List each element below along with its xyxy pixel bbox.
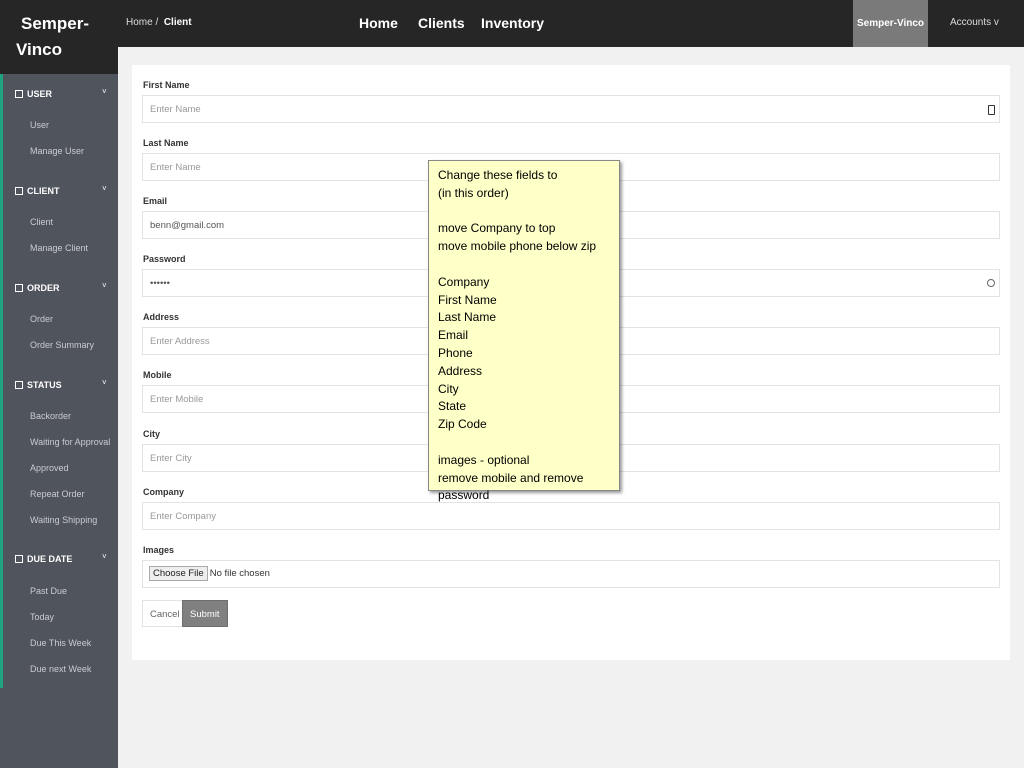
sidebar-item-repeat-order[interactable]: Repeat Order bbox=[30, 489, 85, 499]
breadcrumb-sep: / bbox=[155, 17, 159, 28]
accounts-menu[interactable]: Accounts v bbox=[950, 17, 999, 28]
sticky-note-annotation: Change these fields to (in this order) m… bbox=[428, 160, 620, 502]
sidebar-item-due-next-week[interactable]: Due next Week bbox=[30, 664, 91, 674]
breadcrumb: Home / Client bbox=[126, 17, 192, 28]
sidebar-section-client[interactable]: CLIENT bbox=[15, 186, 60, 196]
placeholder: Enter Name bbox=[150, 104, 201, 115]
chevron-down-icon[interactable]: ˅ bbox=[102, 552, 107, 561]
cancel-button[interactable]: Cancel bbox=[142, 600, 188, 627]
chevron-down-icon[interactable]: ˅ bbox=[102, 87, 107, 96]
section-title: STATUS bbox=[27, 380, 62, 390]
city-label: City bbox=[143, 429, 161, 439]
brand-line1: Semper- bbox=[21, 14, 90, 33]
sidebar-item-approved[interactable]: Approved bbox=[30, 463, 69, 473]
autofill-icon[interactable] bbox=[988, 105, 995, 115]
brand-line2: Vinco bbox=[16, 40, 62, 59]
breadcrumb-current: Client bbox=[163, 17, 192, 28]
sidebar-accent bbox=[0, 74, 3, 688]
nav-inventory[interactable]: Inventory bbox=[481, 15, 544, 31]
section-title: ORDER bbox=[27, 283, 60, 293]
images-label: Images bbox=[143, 545, 175, 555]
sidebar-item-past-due[interactable]: Past Due bbox=[30, 586, 67, 596]
first-name-input[interactable]: Enter Name bbox=[142, 95, 1000, 123]
brand-logo[interactable]: Semper- Vinco bbox=[0, 0, 118, 74]
sidebar-item-today[interactable]: Today bbox=[30, 612, 54, 622]
choose-file-button[interactable]: Choose File bbox=[149, 566, 208, 581]
sidebar-section-user[interactable]: USER bbox=[15, 89, 52, 99]
chevron-down-icon[interactable]: ˅ bbox=[102, 281, 107, 290]
chevron-down-icon[interactable]: ˅ bbox=[102, 184, 107, 193]
sidebar-item-backorder[interactable]: Backorder bbox=[30, 411, 71, 421]
edit-icon bbox=[15, 381, 23, 389]
sidebar-item-order-summary[interactable]: Order Summary bbox=[30, 340, 94, 350]
sidebar-item-manage-user[interactable]: Manage User bbox=[30, 146, 84, 156]
sidebar-section-due-date[interactable]: DUE DATE bbox=[15, 554, 72, 564]
section-title: CLIENT bbox=[27, 186, 60, 196]
sidebar-item-client[interactable]: Client bbox=[30, 217, 53, 227]
account-brand[interactable]: Semper-Vinco bbox=[853, 0, 928, 47]
sidebar-section-status[interactable]: STATUS bbox=[15, 380, 62, 390]
sidebar-item-user[interactable]: User bbox=[30, 120, 49, 130]
nav-home[interactable]: Home bbox=[359, 15, 398, 31]
edit-icon bbox=[15, 555, 23, 563]
last-name-label: Last Name bbox=[143, 138, 189, 148]
edit-icon bbox=[15, 284, 23, 292]
sidebar-item-due-this-week[interactable]: Due This Week bbox=[30, 638, 91, 648]
company-label: Company bbox=[143, 487, 185, 497]
chevron-down-icon[interactable]: ˅ bbox=[102, 378, 107, 387]
section-title: DUE DATE bbox=[27, 554, 73, 564]
edit-icon bbox=[15, 90, 23, 98]
sidebar-item-order[interactable]: Order bbox=[30, 314, 53, 324]
mobile-label: Mobile bbox=[143, 370, 172, 380]
password-value: •••••• bbox=[150, 278, 170, 289]
sidebar-item-manage-client[interactable]: Manage Client bbox=[30, 243, 88, 253]
password-label: Password bbox=[143, 254, 186, 264]
address-label: Address bbox=[143, 312, 180, 322]
breadcrumb-home[interactable]: Home bbox=[126, 17, 153, 28]
key-icon[interactable] bbox=[987, 279, 995, 287]
section-title: USER bbox=[27, 89, 53, 99]
first-name-label: First Name bbox=[143, 80, 190, 90]
sidebar: USER ˅ User Manage User CLIENT ˅ Client … bbox=[0, 74, 118, 768]
sidebar-item-waiting-approval[interactable]: Waiting for Approval bbox=[30, 437, 110, 447]
sidebar-section-order[interactable]: ORDER bbox=[15, 283, 60, 293]
submit-button[interactable]: Submit bbox=[182, 600, 228, 627]
email-label: Email bbox=[143, 196, 168, 206]
edit-icon bbox=[15, 187, 23, 195]
sidebar-item-waiting-shipping[interactable]: Waiting Shipping bbox=[30, 515, 97, 525]
images-file-input: Choose File No file chosen bbox=[142, 560, 1000, 588]
company-input[interactable]: Enter Company bbox=[142, 502, 1000, 530]
nav-clients[interactable]: Clients bbox=[418, 15, 465, 31]
file-status: No file chosen bbox=[209, 568, 270, 579]
